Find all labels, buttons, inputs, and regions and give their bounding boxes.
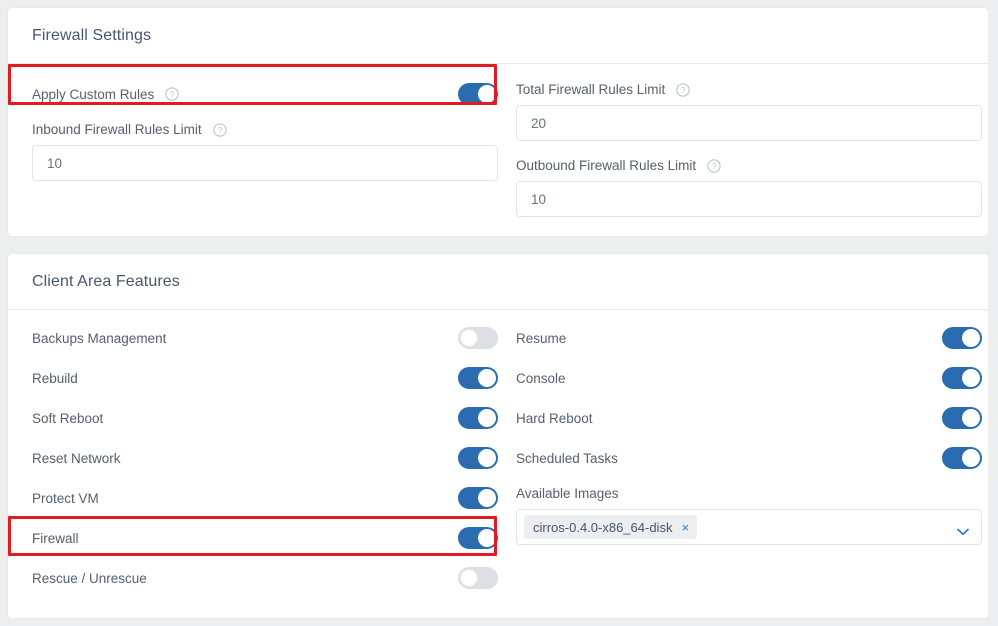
toggle-resume[interactable] bbox=[942, 327, 982, 349]
svg-text:?: ? bbox=[681, 86, 686, 95]
firewall-label: Firewall bbox=[32, 530, 79, 546]
toggle-reset-network[interactable] bbox=[458, 447, 498, 469]
help-circle-icon[interactable]: ? bbox=[165, 87, 179, 101]
row-scheduled-tasks[interactable]: Scheduled Tasks bbox=[516, 438, 982, 478]
apply-custom-rules-label: Apply Custom Rules bbox=[32, 86, 155, 102]
toggle-knob bbox=[478, 369, 496, 387]
toggle-console[interactable] bbox=[942, 367, 982, 389]
client-area-features-card: Client Area Features Backups Management … bbox=[8, 254, 988, 618]
scheduled-tasks-label: Scheduled Tasks bbox=[516, 450, 618, 466]
inbound-limit-label: Inbound Firewall Rules Limit bbox=[32, 122, 202, 137]
selected-image-chip-label: cirros-0.4.0-x86_64-disk bbox=[533, 519, 673, 535]
row-rescue-unrescue[interactable]: Rescue / Unrescue bbox=[32, 558, 498, 598]
row-rebuild[interactable]: Rebuild bbox=[32, 358, 498, 398]
total-limit-input[interactable] bbox=[516, 105, 982, 141]
firewall-settings-card: Firewall Settings Apply Custom Rules ? I… bbox=[8, 8, 988, 236]
total-limit-label: Total Firewall Rules Limit bbox=[516, 82, 666, 97]
firewall-settings-title: Firewall Settings bbox=[32, 26, 152, 44]
page-scrollbar-gutter[interactable] bbox=[988, 0, 998, 626]
chevron-down-icon[interactable] bbox=[957, 523, 969, 536]
toggle-knob bbox=[962, 409, 980, 427]
row-resume[interactable]: Resume bbox=[516, 318, 982, 358]
resume-label: Resume bbox=[516, 330, 567, 346]
svg-text:?: ? bbox=[170, 90, 175, 99]
toggle-soft-reboot[interactable] bbox=[458, 407, 498, 429]
toggle-knob bbox=[478, 489, 496, 507]
client-area-features-header: Client Area Features bbox=[8, 254, 988, 310]
inbound-limit-label-group: Inbound Firewall Rules Limit ? bbox=[32, 122, 498, 137]
available-images-multiselect[interactable]: cirros-0.4.0-x86_64-disk × bbox=[516, 509, 982, 545]
reset-network-label: Reset Network bbox=[32, 450, 121, 466]
toggle-knob bbox=[460, 329, 478, 347]
toggle-knob bbox=[478, 409, 496, 427]
console-label: Console bbox=[516, 370, 566, 386]
field-outbound-limit: Outbound Firewall Rules Limit ? bbox=[516, 158, 982, 217]
toggle-apply-custom-rules[interactable] bbox=[458, 83, 498, 105]
row-backups-management[interactable]: Backups Management bbox=[32, 318, 498, 358]
inbound-limit-input[interactable] bbox=[32, 145, 498, 181]
soft-reboot-label: Soft Reboot bbox=[32, 410, 104, 426]
client-area-features-title: Client Area Features bbox=[32, 272, 180, 290]
toggle-protect-vm[interactable] bbox=[458, 487, 498, 509]
selected-image-chip[interactable]: cirros-0.4.0-x86_64-disk × bbox=[524, 515, 698, 539]
apply-custom-rules-label-group: Apply Custom Rules ? bbox=[32, 87, 179, 102]
row-reset-network[interactable]: Reset Network bbox=[32, 438, 498, 478]
settings-page: Firewall Settings Apply Custom Rules ? I… bbox=[0, 0, 998, 626]
remove-image-chip-icon[interactable]: × bbox=[681, 521, 689, 534]
row-apply-custom-rules[interactable]: Apply Custom Rules ? bbox=[32, 74, 498, 114]
svg-text:?: ? bbox=[712, 162, 717, 171]
hard-reboot-label: Hard Reboot bbox=[516, 410, 593, 426]
help-circle-icon[interactable]: ? bbox=[676, 82, 690, 97]
toggle-knob bbox=[962, 449, 980, 467]
help-circle-icon[interactable]: ? bbox=[212, 122, 227, 137]
help-circle-icon[interactable]: ? bbox=[707, 158, 721, 173]
toggle-rescue-unrescue[interactable] bbox=[458, 567, 498, 589]
outbound-limit-label: Outbound Firewall Rules Limit bbox=[516, 158, 697, 173]
svg-text:?: ? bbox=[217, 126, 222, 135]
outbound-limit-label-group: Outbound Firewall Rules Limit ? bbox=[516, 158, 982, 173]
row-firewall[interactable]: Firewall bbox=[32, 518, 498, 558]
outbound-limit-input[interactable] bbox=[516, 181, 982, 217]
toggle-scheduled-tasks[interactable] bbox=[942, 447, 982, 469]
toggle-knob bbox=[460, 569, 478, 587]
toggle-knob bbox=[478, 529, 496, 547]
firewall-settings-header: Firewall Settings bbox=[8, 8, 988, 64]
row-hard-reboot[interactable]: Hard Reboot bbox=[516, 398, 982, 438]
available-images-label-group: Available Images bbox=[516, 486, 982, 501]
rebuild-label: Rebuild bbox=[32, 370, 78, 386]
toggle-firewall[interactable] bbox=[458, 527, 498, 549]
toggle-knob bbox=[478, 449, 496, 467]
row-soft-reboot[interactable]: Soft Reboot bbox=[32, 398, 498, 438]
toggle-rebuild[interactable] bbox=[458, 367, 498, 389]
toggle-knob bbox=[478, 85, 496, 103]
toggle-knob bbox=[962, 369, 980, 387]
total-limit-label-group: Total Firewall Rules Limit ? bbox=[516, 82, 982, 97]
toggle-backups-management[interactable] bbox=[458, 327, 498, 349]
rescue-unrescue-label: Rescue / Unrescue bbox=[32, 570, 147, 586]
protect-vm-label: Protect VM bbox=[32, 490, 99, 506]
available-images-label: Available Images bbox=[516, 486, 619, 501]
toggle-knob bbox=[962, 329, 980, 347]
field-available-images: Available Images cirros-0.4.0-x86_64-dis… bbox=[516, 486, 982, 545]
field-inbound-limit: Inbound Firewall Rules Limit ? bbox=[32, 122, 498, 181]
toggle-hard-reboot[interactable] bbox=[942, 407, 982, 429]
field-total-limit: Total Firewall Rules Limit ? bbox=[516, 82, 982, 141]
row-console[interactable]: Console bbox=[516, 358, 982, 398]
backups-management-label: Backups Management bbox=[32, 330, 167, 346]
row-protect-vm[interactable]: Protect VM bbox=[32, 478, 498, 518]
